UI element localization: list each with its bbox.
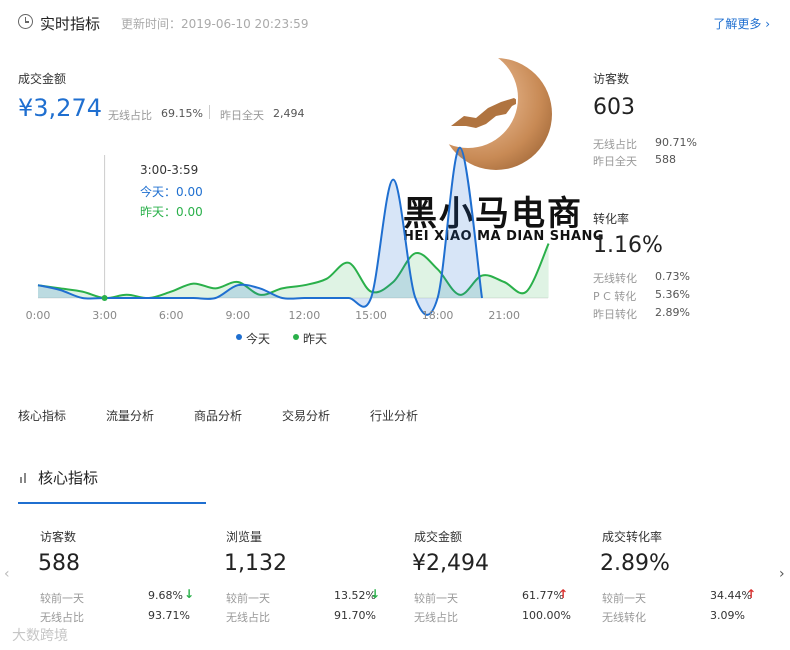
visitors-yesterday-label: 昨日全天 bbox=[593, 155, 637, 168]
card-value: 1,132 bbox=[224, 551, 287, 576]
card-compare-value: 9.68% bbox=[148, 589, 183, 602]
card-compare-label: 较前一天 bbox=[414, 592, 458, 605]
card-sub-label: 无线转化 bbox=[602, 611, 646, 624]
card-sub-label: 无线占比 bbox=[226, 611, 270, 624]
x-tick-label: 0:00 bbox=[26, 309, 51, 322]
tooltip-time: 3:00-3:59 bbox=[140, 163, 199, 177]
tab-traffic-analysis[interactable]: 流量分析 bbox=[106, 407, 154, 424]
card-compare-label: 较前一天 bbox=[226, 592, 270, 605]
card-sub-label: 无线占比 bbox=[40, 611, 84, 624]
tab-product-analysis[interactable]: 商品分析 bbox=[194, 407, 242, 424]
arrow-down-icon: ↓ bbox=[184, 587, 195, 601]
conversion-row-label: 昨日转化 bbox=[593, 308, 637, 321]
legend-yesterday-label[interactable]: 昨天 bbox=[303, 330, 327, 347]
card-sub-value: 100.00% bbox=[522, 609, 571, 622]
realtime-chart: 0:00 3:00 6:00 9:00 12:00 15:00 18:00 21:00 bbox=[26, 146, 550, 322]
visitors-wireless-value: 90.71% bbox=[655, 136, 697, 149]
x-tick-label: 6:00 bbox=[159, 309, 184, 322]
next-arrow-icon[interactable]: › bbox=[779, 566, 785, 582]
conversion-row-label: 无线转化 bbox=[593, 272, 637, 285]
arrow-down-icon: ↓ bbox=[370, 587, 381, 601]
conversion-row-value: 0.73% bbox=[655, 270, 690, 283]
tooltip-today: 今天：0.00 bbox=[140, 185, 203, 199]
x-tick-label: 12:00 bbox=[289, 309, 321, 322]
arrow-up-icon: ↑ bbox=[558, 587, 569, 601]
section-underline bbox=[18, 502, 206, 504]
x-tick-label: 18:00 bbox=[422, 309, 454, 322]
visitors-wireless-label: 无线占比 bbox=[593, 138, 637, 151]
section-title: 核心指标 bbox=[38, 469, 99, 487]
card-compare-label: 较前一天 bbox=[40, 592, 84, 605]
conversion-row-value: 5.36% bbox=[655, 288, 690, 301]
conversion-row-label: P C 转化 bbox=[593, 290, 637, 303]
card-label: 成交转化率 bbox=[602, 530, 663, 544]
legend-today-label[interactable]: 今天 bbox=[246, 330, 270, 347]
card-value: ¥2,494 bbox=[412, 551, 489, 576]
card-sub-value: 3.09% bbox=[710, 609, 745, 622]
visitors-value: 603 bbox=[593, 95, 635, 120]
card-sub-value: 93.71% bbox=[148, 609, 190, 622]
x-tick-label: 21:00 bbox=[488, 309, 520, 322]
legend-today-dot bbox=[236, 334, 242, 340]
card-sub-label: 无线占比 bbox=[414, 611, 458, 624]
card-sub-value: 91.70% bbox=[334, 609, 376, 622]
card-label: 成交金额 bbox=[414, 530, 463, 544]
conversion-value: 1.16% bbox=[593, 233, 663, 258]
legend-yesterday-dot bbox=[293, 334, 299, 340]
visitors-yesterday-value: 588 bbox=[655, 153, 676, 166]
conversion-row-value: 2.89% bbox=[655, 306, 690, 319]
x-tick-label: 15:00 bbox=[355, 309, 387, 322]
bar-chart-icon bbox=[20, 473, 26, 483]
tab-core-metrics[interactable]: 核心指标 bbox=[18, 407, 66, 424]
prev-arrow-icon[interactable]: ‹ bbox=[4, 566, 10, 582]
x-tick-label: 3:00 bbox=[92, 309, 117, 322]
watermark-text: 大数跨境 bbox=[12, 628, 68, 644]
visitors-label: 访客数 bbox=[593, 72, 630, 86]
card-value: 2.89% bbox=[600, 551, 670, 576]
card-value: 588 bbox=[38, 551, 80, 576]
tooltip-yesterday: 昨天：0.00 bbox=[140, 205, 203, 219]
card-compare-label: 较前一天 bbox=[602, 592, 646, 605]
card-label: 访客数 bbox=[40, 530, 77, 544]
hover-point bbox=[101, 295, 108, 301]
x-tick-label: 9:00 bbox=[225, 309, 250, 322]
tab-transaction-analysis[interactable]: 交易分析 bbox=[282, 407, 330, 424]
conversion-label: 转化率 bbox=[593, 212, 630, 226]
arrow-up-icon: ↑ bbox=[746, 587, 757, 601]
card-label: 浏览量 bbox=[226, 530, 263, 544]
tab-industry-analysis[interactable]: 行业分析 bbox=[370, 407, 418, 424]
